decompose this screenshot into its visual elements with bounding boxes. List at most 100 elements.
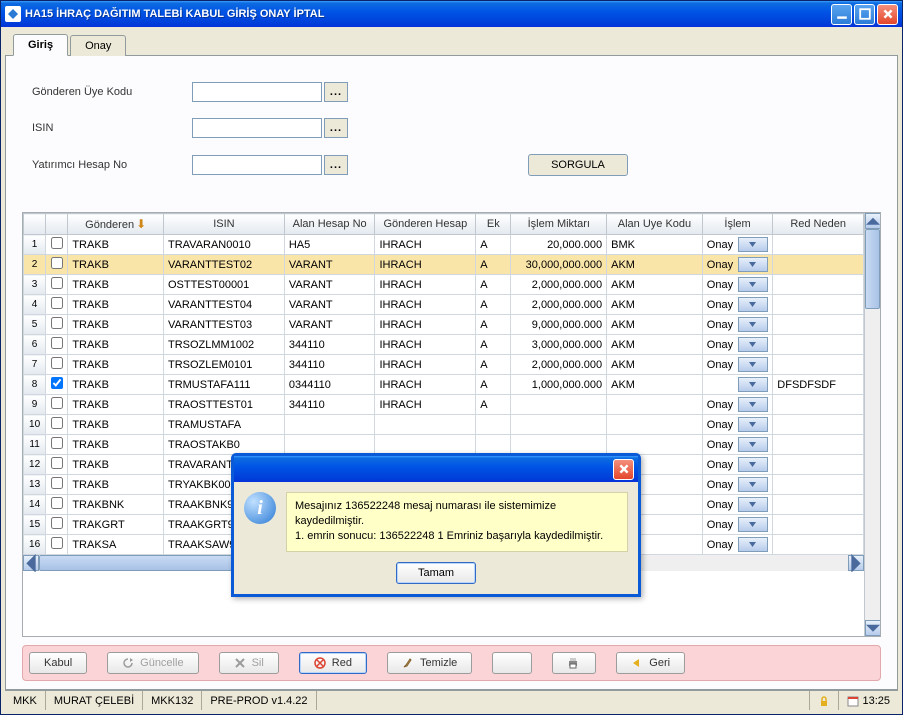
vertical-scrollbar[interactable] <box>864 213 880 636</box>
hesap-lookup-button[interactable]: ... <box>324 155 348 175</box>
cell-alan-hesap[interactable]: HA5 <box>284 235 375 255</box>
row-checkbox-cell[interactable] <box>46 535 68 555</box>
cell-gonderen[interactable]: TRAKGRT <box>68 515 164 535</box>
row-checkbox[interactable] <box>51 397 63 409</box>
scroll-down-icon[interactable] <box>865 620 881 636</box>
cell-islem-miktari[interactable]: 20,000.000 <box>511 235 607 255</box>
row-checkbox-cell[interactable] <box>46 315 68 335</box>
cell-islem[interactable]: Onay <box>702 535 773 555</box>
cell-ek[interactable]: A <box>476 335 511 355</box>
gonderen-lookup-button[interactable]: ... <box>324 82 348 102</box>
cell-isin[interactable]: TRSOZLMM1002 <box>163 335 284 355</box>
row-checkbox-cell[interactable] <box>46 355 68 375</box>
col-ek[interactable]: Ek <box>476 214 511 235</box>
cell-gonderen[interactable]: TRAKB <box>68 335 164 355</box>
temizle-button[interactable]: Temizle <box>387 652 472 674</box>
hesap-input[interactable] <box>192 155 322 175</box>
cell-islem-miktari[interactable]: 1,000,000.000 <box>511 375 607 395</box>
cell-ek[interactable]: A <box>476 375 511 395</box>
row-checkbox-cell[interactable] <box>46 495 68 515</box>
cell-gonderen-hesap[interactable]: IHRACH <box>375 275 476 295</box>
cell-alan-uye[interactable]: AKM <box>607 375 703 395</box>
cell-ek[interactable] <box>476 415 511 435</box>
cell-islem-miktari[interactable]: 3,000,000.000 <box>511 335 607 355</box>
cell-gonderen-hesap[interactable]: IHRACH <box>375 375 476 395</box>
cell-islem[interactable]: Onay <box>702 355 773 375</box>
cell-islem[interactable]: Onay <box>702 335 773 355</box>
cell-islem-miktari[interactable]: 2,000,000.000 <box>511 355 607 375</box>
cell-red-neden[interactable] <box>773 415 864 435</box>
cell-ek[interactable]: A <box>476 275 511 295</box>
table-row[interactable]: 10TRAKBTRAMUSTAFAOnay <box>24 415 864 435</box>
cell-alan-hesap[interactable]: 344110 <box>284 395 375 415</box>
cell-alan-hesap[interactable]: VARANT <box>284 315 375 335</box>
minimize-button[interactable] <box>831 4 852 25</box>
cell-alan-hesap[interactable] <box>284 415 375 435</box>
gonderen-input[interactable] <box>192 82 322 102</box>
cell-islem-miktari[interactable] <box>511 435 607 455</box>
cell-gonderen[interactable]: TRAKB <box>68 475 164 495</box>
cell-red-neden[interactable] <box>773 495 864 515</box>
cell-red-neden[interactable] <box>773 395 864 415</box>
row-checkbox-cell[interactable] <box>46 395 68 415</box>
cell-alan-uye[interactable]: AKM <box>607 315 703 335</box>
cell-islem[interactable]: Onay <box>702 515 773 535</box>
cell-alan-uye[interactable] <box>607 395 703 415</box>
sil-button[interactable]: Sil <box>219 652 279 674</box>
cell-ek[interactable]: A <box>476 235 511 255</box>
chevron-down-icon[interactable] <box>738 317 769 332</box>
col-rownum[interactable] <box>24 214 46 235</box>
cell-islem[interactable]: Onay <box>702 455 773 475</box>
cell-isin[interactable]: TRAOSTTEST01 <box>163 395 284 415</box>
cell-alan-hesap[interactable]: VARANT <box>284 255 375 275</box>
cell-alan-uye[interactable] <box>607 415 703 435</box>
dialog-close-button[interactable] <box>613 459 634 480</box>
cell-gonderen-hesap[interactable]: IHRACH <box>375 395 476 415</box>
col-gonderen-hesap[interactable]: Gönderen Hesap <box>375 214 476 235</box>
cell-ek[interactable]: A <box>476 255 511 275</box>
guncelle-button[interactable]: Güncelle <box>107 652 198 674</box>
scroll-up-icon[interactable] <box>865 213 881 229</box>
row-checkbox-cell[interactable] <box>46 255 68 275</box>
cell-alan-uye[interactable] <box>607 435 703 455</box>
query-button[interactable]: SORGULA <box>528 154 628 176</box>
row-checkbox[interactable] <box>51 357 63 369</box>
cell-islem[interactable]: Onay <box>702 435 773 455</box>
cell-gonderen[interactable]: TRAKB <box>68 355 164 375</box>
table-row[interactable]: 5TRAKBVARANTTEST03VARANTIHRACHA9,000,000… <box>24 315 864 335</box>
cell-red-neden[interactable] <box>773 295 864 315</box>
cell-gonderen-hesap[interactable]: IHRACH <box>375 335 476 355</box>
table-row[interactable]: 9TRAKBTRAOSTTEST01344110IHRACHAOnay <box>24 395 864 415</box>
cell-gonderen[interactable]: TRAKB <box>68 235 164 255</box>
cell-red-neden[interactable] <box>773 455 864 475</box>
cell-alan-hesap[interactable]: VARANT <box>284 295 375 315</box>
chevron-down-icon[interactable] <box>738 357 769 372</box>
cell-ek[interactable] <box>476 435 511 455</box>
cell-islem-miktari[interactable]: 2,000,000.000 <box>511 295 607 315</box>
cell-islem-miktari[interactable]: 30,000,000.000 <box>511 255 607 275</box>
cell-gonderen-hesap[interactable] <box>375 435 476 455</box>
close-button[interactable] <box>877 4 898 25</box>
row-checkbox-cell[interactable] <box>46 335 68 355</box>
cell-islem-miktari[interactable] <box>511 415 607 435</box>
dialog-ok-button[interactable]: Tamam <box>396 562 476 584</box>
col-alan-hesap[interactable]: Alan Hesap No <box>284 214 375 235</box>
maximize-button[interactable] <box>854 4 875 25</box>
cell-gonderen[interactable]: TRAKB <box>68 375 164 395</box>
cell-islem[interactable]: Onay <box>702 315 773 335</box>
chevron-down-icon[interactable] <box>738 277 769 292</box>
unknown-button-1[interactable] <box>492 652 532 674</box>
kabul-button[interactable]: Kabul <box>29 652 87 674</box>
cell-ek[interactable]: A <box>476 395 511 415</box>
cell-alan-uye[interactable]: AKM <box>607 255 703 275</box>
row-checkbox-cell[interactable] <box>46 455 68 475</box>
row-checkbox[interactable] <box>51 337 63 349</box>
cell-red-neden[interactable] <box>773 335 864 355</box>
row-checkbox[interactable] <box>51 417 63 429</box>
red-button[interactable]: Red <box>299 652 367 674</box>
cell-isin[interactable]: TRSOZLEM0101 <box>163 355 284 375</box>
table-row[interactable]: 7TRAKBTRSOZLEM0101344110IHRACHA2,000,000… <box>24 355 864 375</box>
row-checkbox[interactable] <box>51 497 63 509</box>
cell-alan-uye[interactable]: AKM <box>607 295 703 315</box>
cell-islem[interactable]: Onay <box>702 295 773 315</box>
